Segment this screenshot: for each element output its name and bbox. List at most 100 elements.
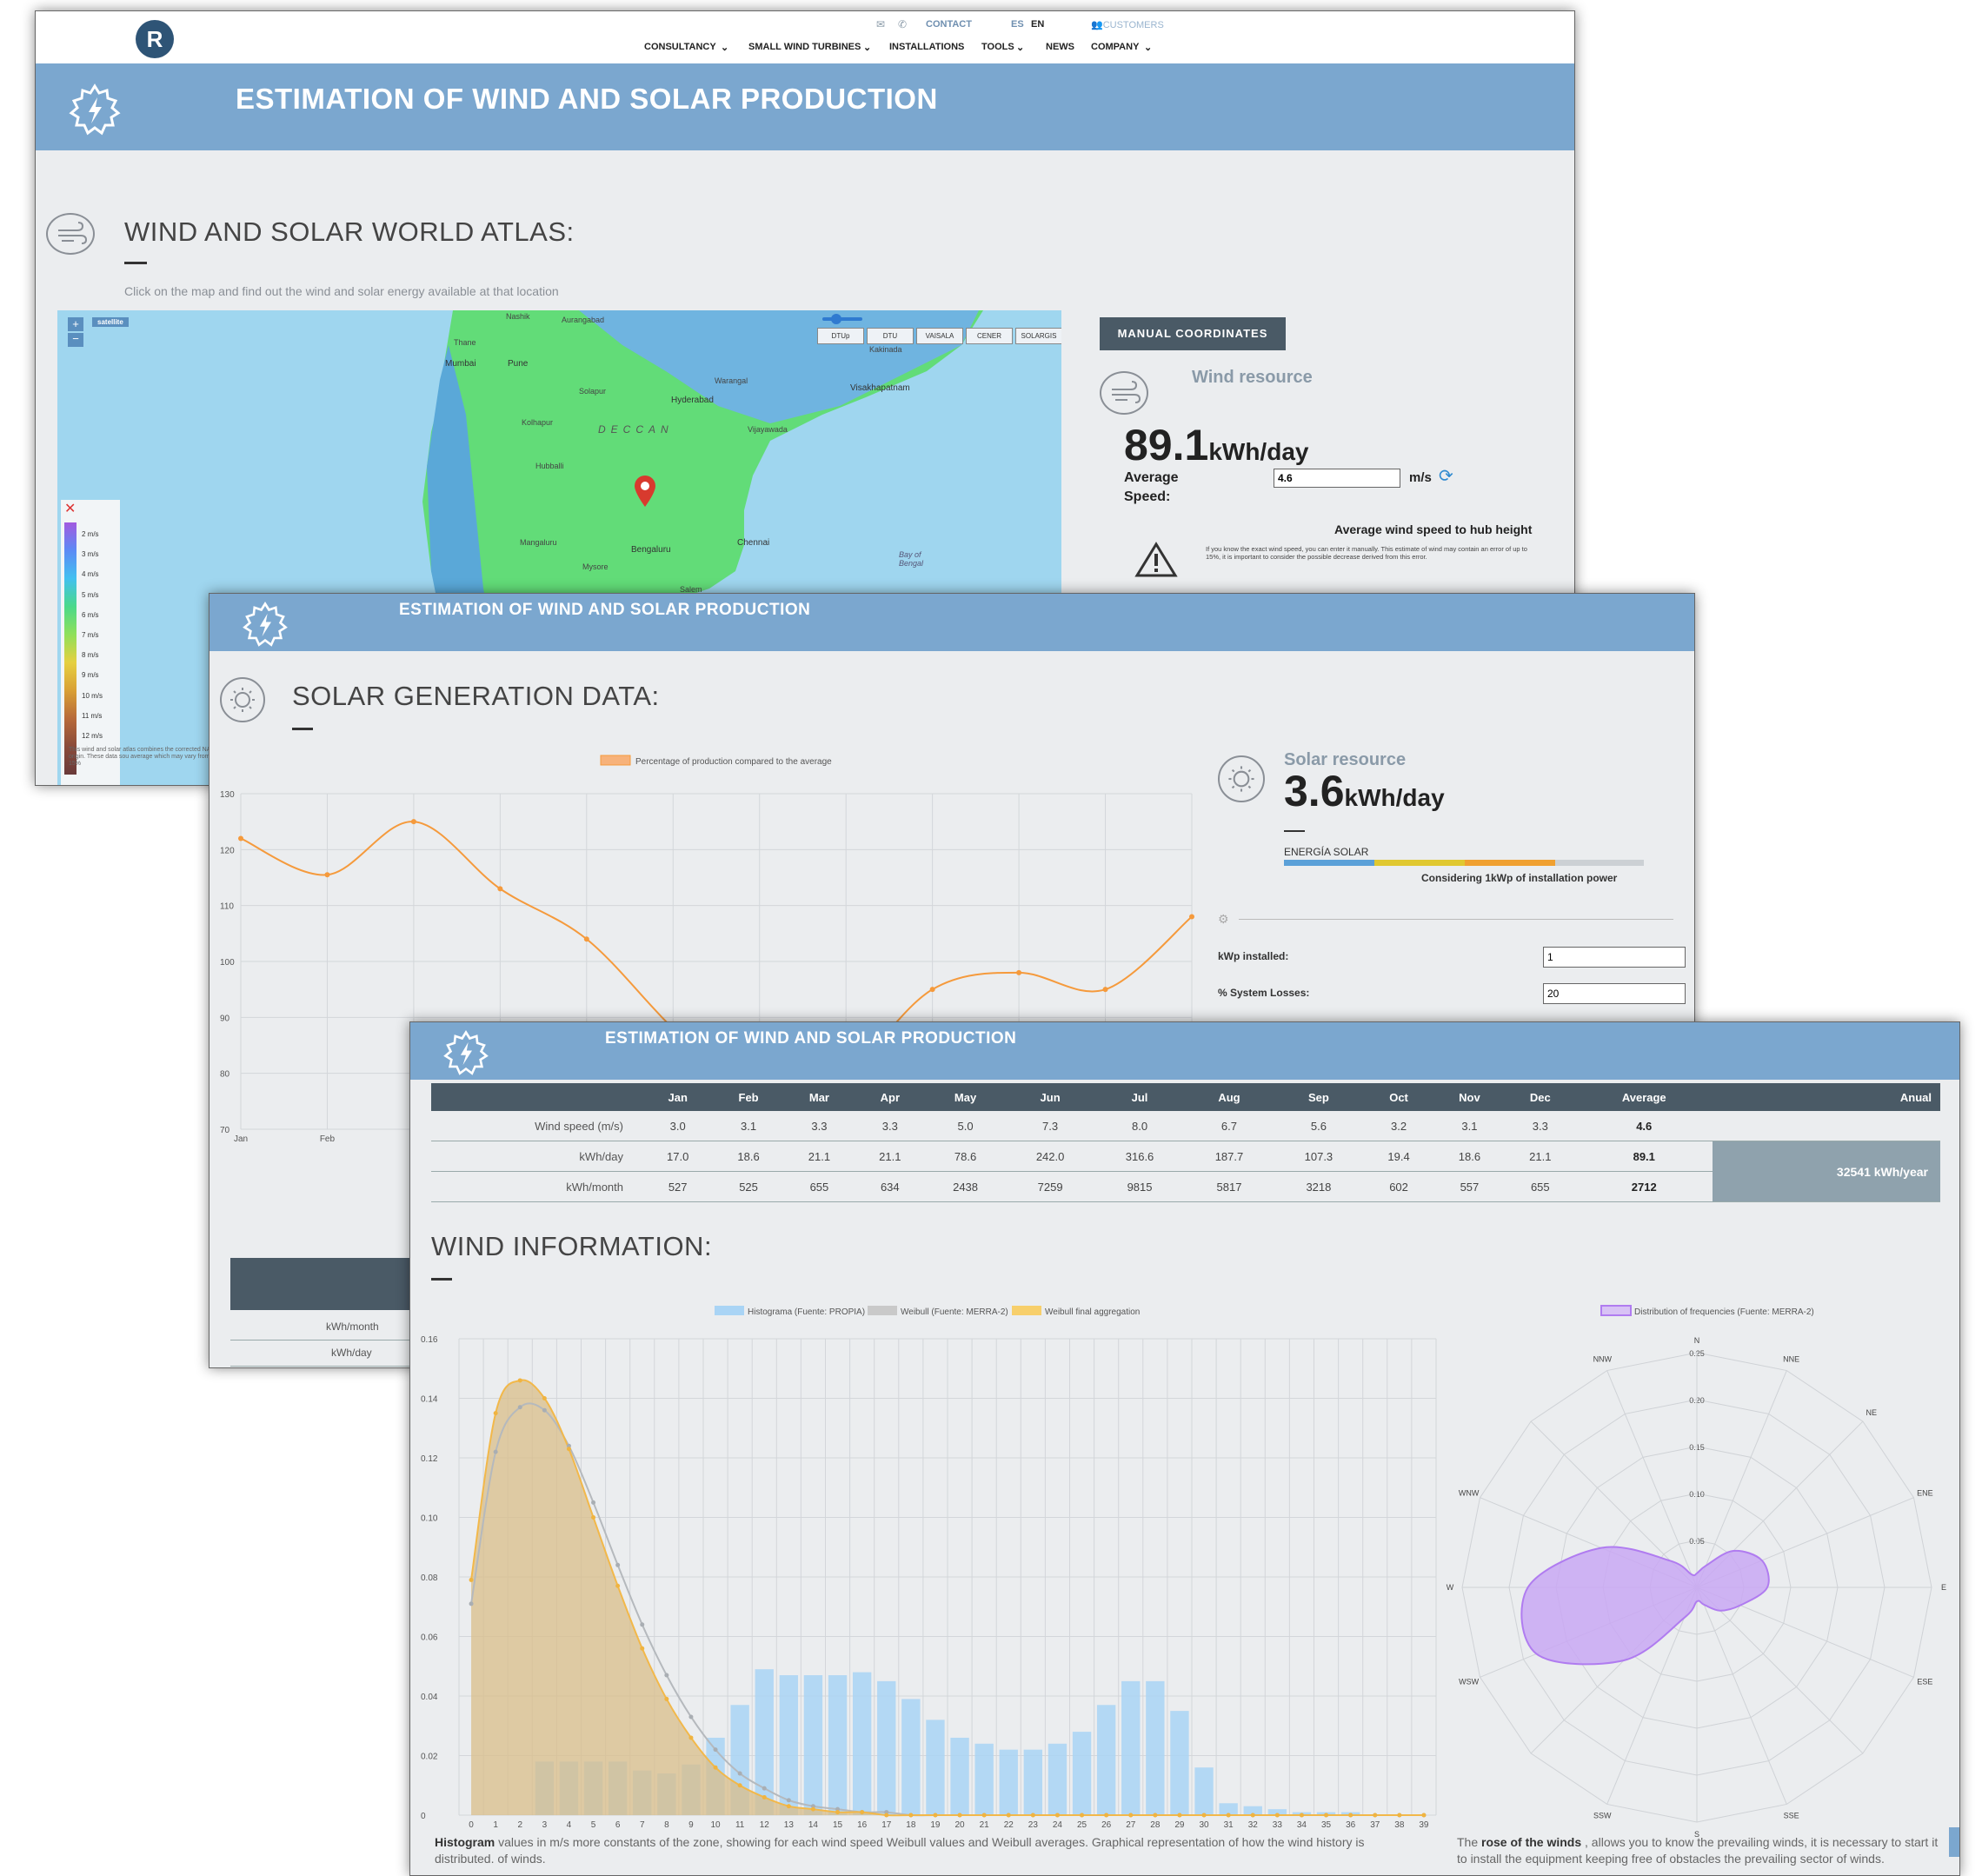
table-cell: 7.3 (1005, 1111, 1095, 1141)
kwp-input[interactable] (1543, 947, 1686, 968)
direction-label: ENE (1917, 1488, 1933, 1497)
row-label: kWh/month (431, 1171, 642, 1202)
nav-installations[interactable]: INSTALLATIONS (889, 42, 964, 52)
x-tick-label: 33 (1273, 1820, 1283, 1830)
histogram-bar (877, 1680, 896, 1815)
table-cell: 3.3 (855, 1111, 926, 1141)
spoke-line (1696, 1587, 1864, 1754)
average-speed-input[interactable] (1274, 469, 1400, 488)
contact-link[interactable]: CONTACT (926, 19, 972, 30)
column-header: Jul (1094, 1083, 1185, 1111)
legend-label: 12 m/s (82, 732, 103, 741)
column-header (431, 1083, 642, 1111)
column-header: Oct (1363, 1083, 1434, 1111)
table-cell: 5817 (1184, 1171, 1274, 1202)
final-point (1006, 1813, 1011, 1818)
legend-label: 9 m/s (82, 671, 99, 680)
source-dtu[interactable]: DTU (867, 328, 914, 344)
opacity-slider[interactable] (822, 314, 862, 324)
slider-handle[interactable] (831, 314, 841, 324)
zoom-in-button[interactable]: + (68, 317, 83, 331)
wind-resource-value: 89.1kWh/day (1124, 420, 1308, 470)
source-dtup[interactable]: DTUp (817, 328, 864, 344)
x-tick-label: 24 (1053, 1820, 1063, 1830)
x-tick-label: 13 (784, 1820, 795, 1830)
table-cell: 17.0 (642, 1141, 714, 1172)
zoom-out-button[interactable]: − (68, 333, 83, 347)
layer-toggle[interactable]: satellite (92, 317, 129, 327)
legend-swatch (868, 1306, 897, 1315)
final-point (835, 1810, 841, 1815)
x-tick-label: 21 (980, 1820, 990, 1830)
average-cell: 2712 (1575, 1171, 1713, 1202)
data-point (1016, 969, 1022, 975)
histogram-bar (901, 1699, 921, 1815)
manual-coordinates-button[interactable]: MANUAL COORDINATES (1100, 317, 1286, 350)
source-vaisala[interactable]: VAISALA (916, 328, 963, 344)
legend-label: Distribution of frequencies (Fuente: MER… (1634, 1307, 1814, 1317)
nav-consultancy[interactable]: CONSULTANCY (644, 42, 716, 52)
weibull-point (762, 1786, 767, 1791)
production-table: Jan Feb Mar Apr May Jun Jul Aug Sep Oct Nov Dec Aver… (431, 1083, 1940, 1202)
spoke-line (1696, 1587, 1787, 1805)
weibull-point (469, 1601, 474, 1607)
nav-company[interactable]: COMPANY (1091, 42, 1139, 52)
average-cell: 89.1 (1575, 1141, 1713, 1172)
energy-bar (1284, 860, 1644, 866)
x-tick-label: 6 (615, 1820, 621, 1830)
weibull-point (713, 1747, 718, 1753)
title-underline (431, 1278, 452, 1281)
final-point (1348, 1813, 1353, 1818)
location-pin-icon[interactable] (633, 474, 657, 507)
weibull-point (517, 1405, 522, 1410)
energy-label: ENERGÍA SOLAR (1284, 846, 1369, 858)
lang-es[interactable]: ES (1011, 19, 1024, 30)
final-point (810, 1806, 815, 1812)
scroll-top-button[interactable]: ⌃ (1949, 1827, 1959, 1857)
data-point (1102, 987, 1108, 993)
source-cener[interactable]: CENER (966, 328, 1013, 344)
column-header: May (925, 1083, 1006, 1111)
users-icon: 👥 (1091, 20, 1103, 30)
column-header: Dec (1505, 1083, 1576, 1111)
logo[interactable]: R (136, 20, 174, 58)
weibull-point (615, 1562, 621, 1567)
weibull-point (640, 1622, 645, 1627)
y-tick-label: 0.04 (421, 1693, 438, 1702)
x-tick-label: 26 (1101, 1820, 1112, 1830)
close-icon[interactable]: ✕ (64, 500, 76, 517)
phone-icon[interactable]: ✆ (898, 18, 907, 30)
final-point (664, 1696, 669, 1701)
refresh-icon[interactable]: ⟳ (1439, 465, 1453, 487)
x-tick-label: 36 (1346, 1820, 1356, 1830)
table-cell: 3.0 (642, 1111, 714, 1141)
final-point (1397, 1813, 1402, 1818)
y-tick-label: 0.14 (421, 1395, 438, 1405)
source-solargis[interactable]: SOLARGIS (1015, 328, 1061, 344)
customers-label: CUSTOMERS (1102, 20, 1164, 30)
histogram-bar (999, 1749, 1018, 1815)
column-header: Average (1575, 1083, 1713, 1111)
caption-text: The (1457, 1835, 1482, 1849)
nav-tools[interactable]: TOOLS (981, 42, 1014, 52)
chevron-down-icon: ⌄ (1144, 43, 1153, 53)
table-cell: 9815 (1094, 1171, 1185, 1202)
lang-en[interactable]: EN (1031, 19, 1044, 30)
losses-input[interactable] (1543, 983, 1686, 1004)
city-label: Aurangabad (562, 316, 605, 324)
legend-label: 8 m/s (82, 651, 99, 660)
legend-label: Percentage of production compared to the… (635, 757, 832, 767)
customers-link[interactable]: 👥CUSTOMERS (1091, 19, 1164, 30)
x-tick-label: 20 (954, 1820, 965, 1830)
mail-icon[interactable]: ✉ (876, 18, 885, 30)
sun-icon (220, 677, 265, 722)
legend-swatch (715, 1306, 744, 1315)
considering-note: Considering 1kWp of installation power (1421, 872, 1618, 884)
atlas-footnote: This wind and solar atlas combines the c… (69, 747, 223, 767)
nav-small-wind-turbines[interactable]: SMALL WIND TURBINES (748, 42, 861, 52)
nav-news[interactable]: NEWS (1046, 42, 1074, 52)
direction-label: NNE (1783, 1355, 1799, 1364)
city-label: Mumbai (445, 359, 476, 369)
column-header: Aug (1184, 1083, 1274, 1111)
energy-bar-segment (1465, 860, 1555, 866)
